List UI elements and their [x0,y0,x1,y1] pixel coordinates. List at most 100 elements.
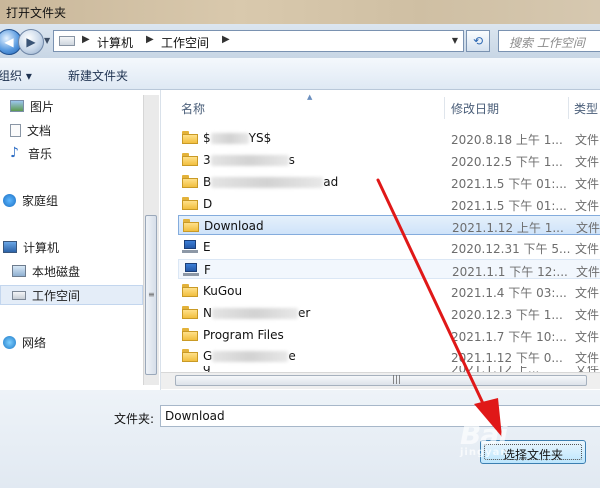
file-name: Ge [203,349,296,363]
breadcrumb-chevron-icon[interactable]: ▶ [222,34,230,45]
file-type: 文件 [575,330,600,344]
breadcrumb-workspace[interactable]: 工作空间 [161,34,209,51]
file-row[interactable]: Bad 2021.1.5 下午 01:... 文件 [178,172,600,192]
file-date: 2021.1.12 上午 1... [452,221,564,235]
folder-icon [182,306,198,319]
file-name: E [203,240,211,254]
file-date: 2021.1.4 下午 03:... [451,286,567,300]
file-date: 2021.1.7 下午 10:... [451,330,567,344]
file-row-selected[interactable]: Download 2021.1.12 上午 1... 文件 [178,215,600,235]
column-divider[interactable] [568,97,569,119]
column-name[interactable]: 名称 [181,100,205,117]
breadcrumb-chevron-icon[interactable]: ▶ [82,34,90,45]
title-bar[interactable]: 打开文件夹 [0,0,600,24]
file-date: 2020.8.18 上午 1... [451,133,563,147]
command-toolbar: 组织 ▾ 新建文件夹 [0,58,600,90]
nav-item-documents[interactable]: 文档 [10,120,51,140]
breadcrumb-computer[interactable]: 计算机 [97,34,133,51]
refresh-icon: ⟲ [472,34,484,48]
arrow-right-icon: ▶ [26,35,36,49]
folder-icon [182,349,198,362]
file-list: ▲ 名称 修改日期 类型 $ YS$ 2020.8.18 上午 1... 文件 3… [160,90,600,390]
file-date: 2020.12.5 下午 1... [451,155,563,169]
scrollbar-thumb[interactable]: ||| [175,375,587,386]
drive-icon [12,290,26,300]
drive-icon [59,36,75,46]
nav-pane-scrollbar[interactable]: ≡ [143,95,159,385]
nav-item-workspace[interactable]: 工作空间 [0,285,143,305]
grip-icon: ||| [392,375,402,385]
forward-button[interactable]: ▶ [18,29,44,55]
watermark-logo: Bai jingyan [460,418,509,458]
file-row[interactable]: Program Files 2021.1.7 下午 10:... 文件 [178,325,600,345]
file-row[interactable]: Ner 2020.12.3 下午 1... 文件 [178,303,600,323]
nav-item-label: 工作空间 [32,288,81,303]
folder-name-input[interactable]: Download [160,405,600,427]
nav-item-label: 家庭组 [22,193,59,208]
refresh-button[interactable]: ⟲ [466,30,490,52]
file-date: 2021.1.5 下午 01:... [451,177,567,191]
file-name: D [203,197,213,211]
file-row[interactable]: D 2021.1.5 下午 01:... 文件 [178,194,600,214]
file-name: Program Files [203,328,284,342]
nav-item-label: 音乐 [28,146,53,161]
navigation-pane: 图片 文档 ♪ 音乐 家庭组 计算机 本地磁盘 工作空间 网络 [0,90,160,390]
file-name: KuGou [203,284,243,298]
file-name: 3s [203,153,295,167]
nav-item-local-disk[interactable]: 本地磁盘 [12,261,80,281]
address-dropdown-icon[interactable]: ▼ [452,36,458,45]
window-title: 打开文件夹 [6,6,67,20]
nav-item-homegroup[interactable]: 家庭组 [3,190,58,210]
homegroup-icon [3,193,16,207]
file-row[interactable]: 3s 2020.12.5 下午 1... 文件 [178,150,600,170]
folder-icon [182,175,198,188]
file-type: 文件 [575,199,600,213]
file-date: 2021.1.1 下午 12:... [452,265,568,279]
folder-icon [183,219,199,232]
nav-item-music[interactable]: ♪ 音乐 [10,143,52,163]
file-name: F [204,263,211,277]
watermark-subtext: jingyan [460,447,509,458]
horizontal-scrollbar[interactable]: ||| [161,372,600,389]
column-date[interactable]: 修改日期 [451,100,499,117]
file-type: 文件 [575,133,600,147]
file-type: 文件 [575,177,600,191]
file-row[interactable]: KuGou 2021.1.4 下午 03:... 文件 [178,281,600,301]
address-bar[interactable]: ▶ 计算机 ▶ 工作空间 ▶ ▼ [53,30,464,52]
folder-icon [182,328,198,341]
file-date: 2020.12.3 下午 1... [451,308,563,322]
column-type[interactable]: 类型 [574,100,598,117]
arrow-left-icon: ◀ [4,35,14,49]
pictures-icon [10,100,24,112]
organize-button[interactable]: 组织 ▾ [0,67,32,84]
file-type: 文件 [575,286,600,300]
new-folder-button[interactable]: 新建文件夹 [68,67,128,84]
file-name: Ner [203,306,311,320]
file-row[interactable]: $ YS$ 2020.8.18 上午 1... 文件 [178,128,600,148]
breadcrumb-chevron-icon[interactable]: ▶ [146,34,154,45]
nav-item-pictures[interactable]: 图片 [10,96,54,116]
local-disk-icon [12,265,26,277]
nav-item-label: 本地磁盘 [32,264,81,279]
column-divider[interactable] [444,97,445,119]
file-type: 文件 [575,242,600,256]
file-row[interactable]: E 2020.12.31 下午 5... 文件 [178,237,600,257]
recent-pages-dropdown-icon[interactable]: ▼ [44,36,50,45]
folder-icon [182,131,198,144]
file-row[interactable]: Ge 2021.1.12 下午 0... 文件 [178,346,600,366]
documents-icon [10,123,21,137]
scrollbar-thumb[interactable]: ≡ [145,215,157,375]
nav-item-computer[interactable]: 计算机 [3,237,59,257]
file-name: Bad [203,175,339,189]
file-name: $ YS$ [203,131,272,145]
address-row: ◀ ▶ ▼ ▶ 计算机 ▶ 工作空间 ▶ ▼ ⟲ 搜索 工作空间 [0,24,600,58]
dialog-footer: 文件夹: Download 选择文件夹 [0,390,600,488]
file-row-hover[interactable]: F 2021.1.1 下午 12:... 文件 [178,259,600,279]
folder-icon [182,284,198,297]
network-drive-icon [183,263,199,277]
sort-ascending-icon: ▲ [307,93,313,101]
file-type: 文件 [576,221,600,235]
search-input[interactable]: 搜索 工作空间 [498,30,600,52]
file-date: 2020.12.31 下午 5... [451,242,571,256]
nav-item-network[interactable]: 网络 [3,332,46,352]
